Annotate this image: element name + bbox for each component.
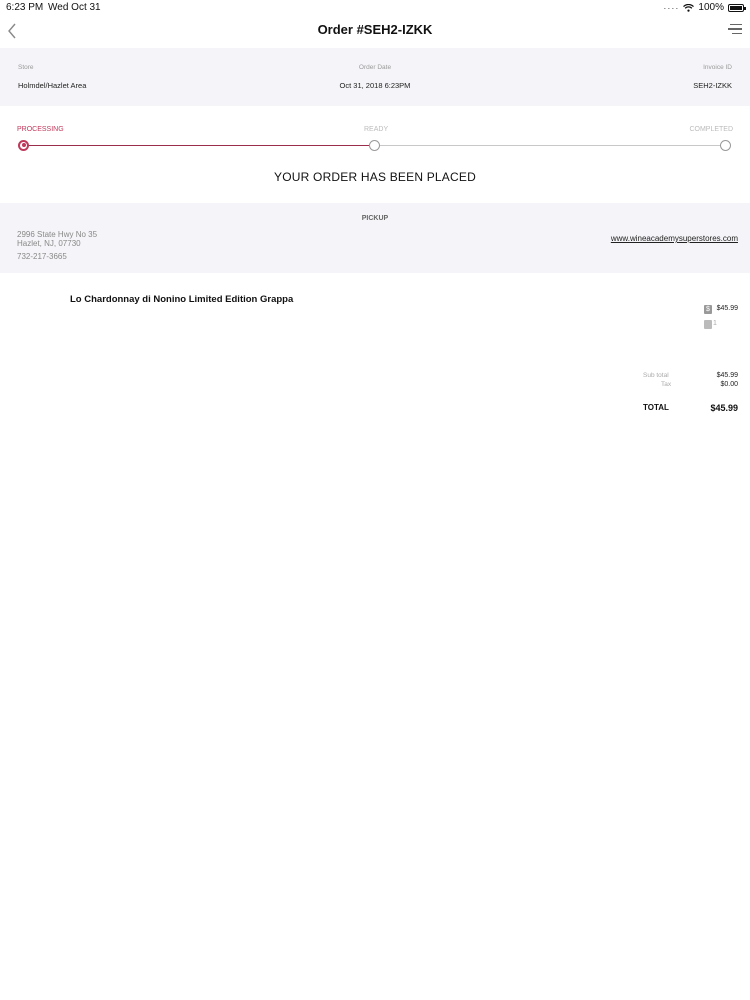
menu-button[interactable]	[728, 24, 744, 38]
item-name: Lo Chardonnay di Nonino Limited Edition …	[70, 294, 294, 305]
progress-line-pending	[380, 144, 721, 146]
subtotal-label: Sub total	[643, 372, 669, 379]
subtotal-value: $45.99	[716, 372, 738, 379]
order-date-label: Order Date	[358, 64, 392, 71]
status-date: Wed Oct 31	[48, 2, 101, 13]
wifi-icon	[683, 3, 695, 12]
step-ready-label: READY	[364, 126, 389, 133]
progress-line-done	[28, 144, 369, 146]
total-label: TOTAL	[643, 403, 669, 412]
hamburger-menu-icon	[728, 24, 744, 35]
quantity-icon	[704, 320, 712, 329]
invoice-id-label: Invoice ID	[703, 64, 732, 71]
item-quantity: 1	[713, 320, 717, 327]
status-indicators: ···· 100%	[663, 2, 746, 13]
invoice-id-value: SEH2-IZKK	[693, 81, 732, 90]
signal-icon: ····	[663, 2, 680, 13]
status-time: 6:23 PM	[6, 2, 44, 13]
battery-icon	[728, 3, 746, 12]
item-price: $45.99	[716, 305, 738, 312]
tax-value: $0.00	[720, 381, 738, 388]
pickup-address-line2: Hazlet, NJ, 07730	[17, 239, 81, 248]
battery-percent: 100%	[698, 2, 724, 13]
step-processing-dot	[18, 139, 29, 151]
pickup-phone[interactable]: 732-217-3665	[17, 252, 67, 261]
order-status-headline: YOUR ORDER HAS BEEN PLACED	[274, 170, 476, 184]
step-completed-dot	[720, 139, 731, 151]
store-website-link[interactable]: www.wineacademysuperstores.com	[611, 234, 738, 243]
page-title: Order #SEH2-IZKK	[317, 22, 433, 37]
step-ready-dot	[369, 139, 380, 151]
order-info-panel	[0, 48, 750, 106]
step-completed-label: COMPLETED	[689, 126, 733, 133]
pickup-title: PICKUP	[361, 215, 389, 222]
order-date-value: Oct 31, 2018 6:23PM	[339, 81, 411, 90]
total-value: $45.99	[710, 403, 738, 413]
step-processing-label: PROCESSING	[17, 126, 64, 133]
tax-label: Tax	[661, 381, 672, 388]
pickup-address-line1: 2996 State Hwy No 35	[17, 230, 98, 239]
price-tag-icon: $	[704, 305, 712, 314]
